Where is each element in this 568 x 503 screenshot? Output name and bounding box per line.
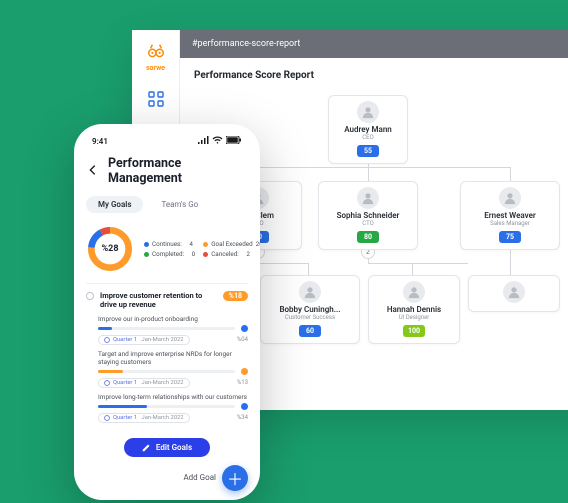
- kr-pct: %04: [237, 336, 248, 343]
- org-node[interactable]: Bobby Cuningh... Customer Success 60: [260, 275, 360, 344]
- legend-item: Continues: 4: [144, 240, 195, 248]
- avatar-icon: [357, 101, 379, 123]
- org-node-ceo[interactable]: Audrey Mann CEO 55: [328, 95, 408, 164]
- goal-progress-pill: %18: [223, 291, 248, 301]
- node-role: Sales Manager: [490, 220, 530, 227]
- kr-status-dot: [241, 325, 248, 332]
- kr-quarter-chip[interactable]: Quarter 1 Jan-March 2022: [98, 413, 190, 423]
- donut-center-label: %28: [86, 225, 134, 273]
- score-badge: 75: [499, 231, 521, 243]
- org-node[interactable]: Hannah Dennis UI Designer 100: [368, 275, 460, 344]
- screen-title: Performance Management: [108, 156, 248, 186]
- legend-label: Completed:: [152, 250, 184, 258]
- org-line: [258, 167, 510, 168]
- goal-title: Improve customer retention to drive up r…: [100, 291, 217, 310]
- kr-progress-bar: [98, 405, 235, 408]
- kr-quarter-chip[interactable]: Quarter 1 Jan-March 2022: [98, 378, 190, 388]
- legend-value: 2: [246, 250, 250, 258]
- kr-title: Improve our in-product onboarding: [98, 315, 248, 323]
- legend-dot: [144, 242, 149, 247]
- wifi-icon: [212, 136, 223, 146]
- key-result[interactable]: Improve long-term relationships with our…: [86, 393, 248, 423]
- back-button[interactable]: [86, 162, 100, 181]
- battery-icon: [226, 136, 242, 146]
- nav-dashboard-icon[interactable]: [147, 90, 165, 108]
- legend-label: Canceled:: [211, 250, 239, 258]
- legend-value: 0: [192, 250, 196, 258]
- kr-progress-bar: [98, 370, 235, 373]
- kr-status-dot: [241, 403, 248, 410]
- node-role: CTO: [362, 220, 373, 227]
- legend-dot: [203, 252, 208, 257]
- goals-summary: %28 Continues: 4 Goal Exceeded20 Complet…: [86, 225, 248, 273]
- node-name: Bobby Cuningh...: [279, 305, 340, 314]
- goal-item[interactable]: Improve customer retention to drive up r…: [86, 283, 248, 430]
- avatar-icon: [299, 281, 321, 303]
- node-name: Hannah Dennis: [387, 305, 441, 314]
- add-goal-fab[interactable]: ＋: [222, 465, 248, 491]
- donut-chart: %28: [86, 225, 134, 273]
- legend-item: Completed: 0: [144, 250, 195, 258]
- window-topbar: #performance-score-report: [180, 30, 568, 58]
- mobile-device: 9:41 Performance Management My Goals Tea…: [74, 124, 260, 500]
- legend-item: Goal Exceeded 20: [203, 240, 260, 248]
- org-node-sales-manager[interactable]: Ernest Weaver Sales Manager 75: [460, 181, 560, 250]
- legend: Continues: 4 Goal Exceeded20 Completed: …: [144, 240, 260, 258]
- tab-team-goals[interactable]: Team's Go: [149, 196, 210, 213]
- edit-goals-button[interactable]: Edit Goals: [124, 438, 210, 457]
- topbar-label: #performance-score-report: [192, 39, 300, 49]
- org-line: [368, 263, 468, 264]
- brand-logo[interactable]: sorwe: [145, 42, 167, 72]
- org-line: [412, 263, 413, 275]
- legend-dot: [144, 252, 149, 257]
- status-bar: 9:41: [86, 136, 248, 146]
- tab-my-goals[interactable]: My Goals: [86, 196, 143, 213]
- legend-value: 4: [189, 240, 193, 248]
- org-node[interactable]: [468, 275, 560, 312]
- goal-radio[interactable]: [86, 292, 94, 300]
- kr-status-dot: [241, 368, 248, 375]
- node-name: Sophia Schneider: [337, 211, 400, 220]
- node-role: Customer Success: [285, 314, 335, 321]
- node-role: UI Designer: [399, 314, 430, 321]
- org-node-cto[interactable]: Sophia Schneider CTO 80: [318, 181, 418, 250]
- status-time: 9:41: [92, 137, 108, 146]
- legend-label: Goal Exceeded: [211, 240, 252, 248]
- avatar-icon: [499, 187, 521, 209]
- goals-list: Improve customer retention to drive up r…: [86, 283, 248, 430]
- score-badge: 55: [357, 145, 379, 157]
- org-line: [308, 263, 309, 275]
- signal-icon: [198, 136, 209, 146]
- legend-value: 20: [256, 240, 260, 248]
- key-result[interactable]: Improve our in-product onboarding Quarter…: [86, 315, 248, 345]
- avatar-icon: [503, 281, 525, 303]
- legend-label: Continues:: [152, 240, 182, 248]
- legend-dot: [203, 242, 208, 247]
- kr-title: Target and improve enterprise NRDs for l…: [98, 350, 248, 366]
- score-badge: 100: [403, 325, 425, 337]
- node-name: Audrey Mann: [344, 125, 392, 134]
- kr-quarter-chip[interactable]: Quarter 1 Jan-March 2022: [98, 335, 190, 345]
- org-line: [368, 167, 369, 181]
- node-name: Ernest Weaver: [484, 211, 536, 220]
- kr-pct: %34: [237, 414, 248, 421]
- kr-progress-bar: [98, 327, 235, 330]
- score-badge: 80: [357, 231, 379, 243]
- brand-name: sorwe: [146, 64, 165, 72]
- key-result[interactable]: Target and improve enterprise NRDs for l…: [86, 350, 248, 388]
- score-badge: 60: [299, 325, 321, 337]
- legend-item: Canceled: 2: [203, 250, 260, 258]
- goal-tabs: My Goals Team's Go: [86, 196, 248, 213]
- kr-title: Improve long-term relationships with our…: [98, 393, 248, 401]
- avatar-icon: [403, 281, 425, 303]
- org-line: [510, 167, 511, 181]
- node-role: CEO: [362, 134, 373, 141]
- report-title: Performance Score Report: [194, 70, 568, 81]
- edit-goals-label: Edit Goals: [156, 443, 192, 452]
- kr-pct: %13: [237, 379, 248, 386]
- avatar-icon: [357, 187, 379, 209]
- add-goal-label: Add Goal: [183, 473, 216, 482]
- pencil-icon: [142, 443, 151, 452]
